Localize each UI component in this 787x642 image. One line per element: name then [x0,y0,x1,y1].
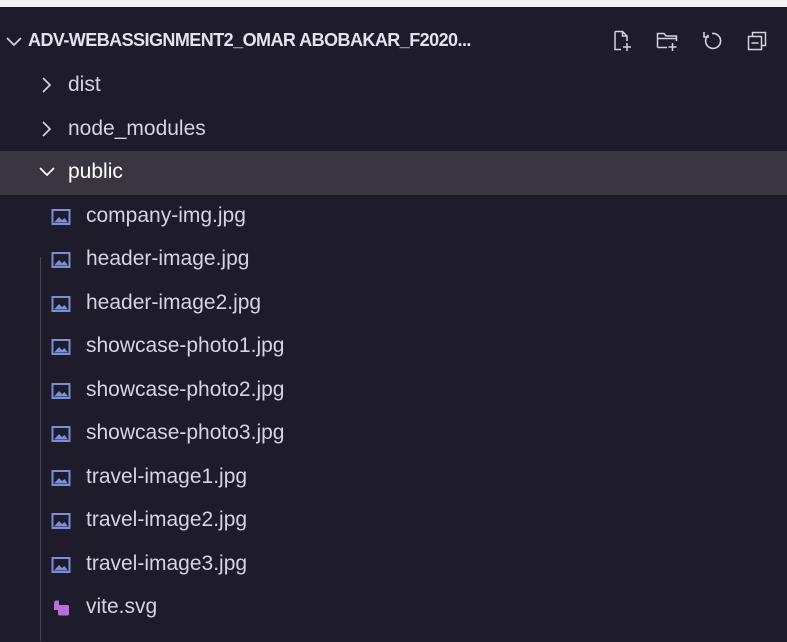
tree-file[interactable]: company-img.jpg [0,195,787,239]
explorer-header[interactable]: ADV-WEBASSIGNMENT2_OMAR ABOBAKAR_F2020..… [0,7,787,71]
collapse-all-button[interactable] [742,26,772,56]
file-label: header-image.jpg [86,247,250,270]
file-label: travel-image3.jpg [86,551,248,575]
image-file-icon [51,469,71,486]
tree-file[interactable]: header-image2.jpg [0,282,787,326]
image-file-icon [51,295,71,312]
tree-folder-dist[interactable]: dist [0,64,787,108]
file-label: vite.svg [86,595,158,618]
file-label: showcase-photo3.jpg [86,421,285,444]
image-file-icon [51,339,71,355]
new-file-button[interactable] [607,26,637,56]
tree-file[interactable]: showcase-photo1.jpg [0,325,787,369]
file-label: travel-image1.jpg [86,464,248,488]
file-label: company-img.jpg [86,203,246,227]
chevron-down-icon[interactable] [36,161,58,183]
svg-file-icon [54,600,69,616]
tree-file[interactable]: showcase-photo2.jpg [0,369,787,413]
file-label: showcase-photo2.jpg [86,377,285,401]
image-file-icon [51,513,71,529]
refresh-button[interactable] [697,26,727,56]
folder-label: node_modules [68,116,206,140]
new-folder-button[interactable] [652,26,682,56]
tree-folder-public[interactable]: public [0,151,787,195]
explorer-panel: ADV-WEBASSIGNMENT2_OMAR ABOBAKAR_F2020..… [0,7,787,642]
indent-guide [40,257,41,641]
folder-label: dist [68,73,101,96]
tree-file[interactable]: header-image.jpg [0,238,787,282]
image-file-icon [51,208,71,225]
new-file-icon [614,30,631,51]
chevron-right-icon[interactable] [36,74,58,96]
refresh-icon [703,32,722,50]
file-label: showcase-photo1.jpg [86,334,285,357]
collapse-all-icon [747,31,767,51]
image-file-icon [51,426,71,442]
file-label: travel-image2.jpg [86,508,248,531]
tree-file[interactable]: travel-image3.jpg [0,543,787,587]
chevron-down-icon[interactable] [2,29,26,53]
tree-folder-node-modules[interactable]: node_modules [0,108,787,152]
image-file-icon [51,556,71,573]
image-file-icon [51,382,71,399]
tree-file[interactable]: travel-image2.jpg [0,499,787,543]
tree-file[interactable]: vite.svg [0,586,787,630]
chevron-right-icon[interactable] [36,118,58,140]
folder-label: public [68,160,123,183]
tree-file[interactable]: travel-image1.jpg [0,456,787,500]
tree-file[interactable]: showcase-photo3.jpg [0,412,787,456]
image-file-icon [51,252,71,268]
file-label: header-image2.jpg [86,290,262,314]
file-tree: dist node_modules public company-img.jpg [0,64,787,630]
root-folder-title[interactable]: ADV-WEBASSIGNMENT2_OMAR ABOBAKAR_F2020..… [28,27,471,53]
new-folder-icon [656,32,678,51]
